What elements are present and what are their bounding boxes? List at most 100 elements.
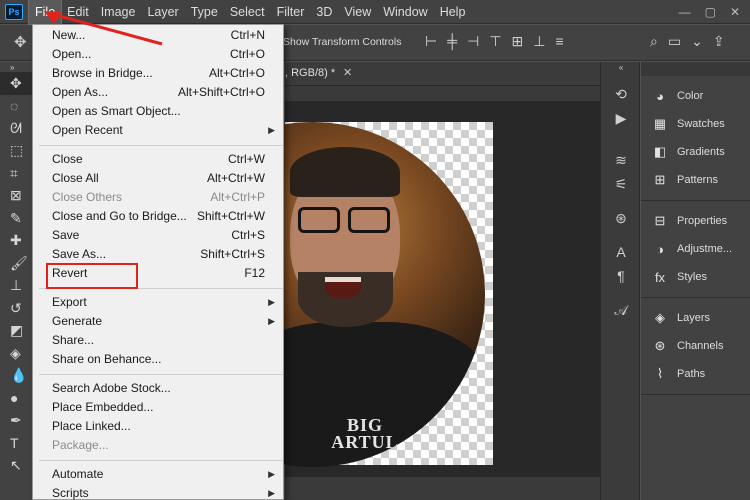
panel-channels[interactable]: ⊛ Channels: [641, 332, 750, 360]
menu-item-open-as[interactable]: Open As... Alt+Shift+Ctrl+O: [33, 83, 283, 102]
move-tool-options-icon[interactable]: ✥: [14, 33, 32, 51]
share-icon[interactable]: ⇪: [713, 33, 725, 50]
close-document-icon[interactable]: ✕: [343, 66, 352, 79]
brush-settings-icon[interactable]: ≋: [601, 148, 641, 172]
shirt-text: BIG ARTUL: [331, 415, 399, 452]
layers-icon: ◈: [655, 310, 665, 325]
character-icon[interactable]: A: [601, 240, 641, 264]
submenu-arrow-icon: ▶: [268, 488, 275, 498]
paragraph-icon[interactable]: ¶: [601, 264, 641, 288]
mouth: [325, 277, 361, 299]
show-transform-controls-label[interactable]: Show Transform Controls: [283, 36, 401, 48]
minimize-icon[interactable]: —: [679, 5, 691, 19]
menu-separator: [39, 374, 283, 375]
glyphs-icon[interactable]: 𝒜: [601, 298, 641, 322]
menu-select[interactable]: Select: [224, 0, 271, 24]
align-bottom-icon[interactable]: ⊥: [533, 33, 545, 50]
menu-item-close-all[interactable]: Close All Alt+Ctrl+W: [33, 169, 283, 188]
menu-item-generate[interactable]: Generate ▶: [33, 312, 283, 331]
panel-group-layers: ◈ Layers ⊛ Channels ⌇ Paths: [641, 298, 750, 395]
brushes-icon[interactable]: ⚟: [601, 172, 641, 196]
panel-styles[interactable]: fx Styles: [641, 263, 750, 291]
menu-3d[interactable]: 3D: [310, 0, 338, 24]
menu-item-place-embedded[interactable]: Place Embedded...: [33, 398, 283, 417]
window-controls: — ▢ ✕: [679, 5, 750, 19]
distribute-icon[interactable]: ≡: [555, 33, 563, 50]
align-right-icon[interactable]: ⊣: [467, 33, 479, 50]
styles-icon: fx: [654, 269, 666, 285]
patterns-icon: ⊞: [654, 172, 666, 187]
menu-item-package: Package...: [52, 438, 109, 452]
panel-properties[interactable]: ⊟ Properties: [641, 207, 750, 235]
collapse-panels-icon[interactable]: «: [601, 62, 641, 72]
menu-item-share[interactable]: Share...: [33, 331, 283, 350]
menu-filter[interactable]: Filter: [271, 0, 311, 24]
menu-separator: [39, 460, 283, 461]
panels-dock: ◕ Color ▦ Swatches ◧ Gradients ⊞ Patterns ⊟ P…: [641, 62, 750, 500]
align-top-icon[interactable]: ⊤: [489, 33, 501, 50]
menu-view[interactable]: View: [338, 0, 377, 24]
menu-item-open-recent[interactable]: Open Recent ▶: [33, 121, 283, 140]
submenu-arrow-icon: ▶: [268, 316, 275, 326]
panel-group-properties: ⊟ Properties ◑ Adjustme... fx Styles: [641, 201, 750, 298]
submenu-arrow-icon: ▶: [268, 125, 275, 135]
workspace-icon[interactable]: ▭: [668, 33, 681, 50]
status-bar: [285, 477, 600, 500]
panel-adjustments[interactable]: ◑ Adjustme...: [641, 235, 750, 263]
menu-item-save-as[interactable]: Save As... Shift+Ctrl+S: [33, 245, 283, 264]
options-right: ⌕ ▭ ⌄ ⇪: [650, 33, 725, 50]
menu-item-close[interactable]: Close Ctrl+W: [33, 150, 283, 169]
glasses: [290, 207, 400, 235]
file-menu-dropdown: New... Ctrl+N Open... Ctrl+O Browse in Bri…: [32, 24, 284, 500]
document-tab[interactable]: , RGB/8) * ✕: [285, 62, 600, 86]
menu-item-search-adobe-stock[interactable]: Search Adobe Stock...: [33, 379, 283, 398]
menu-item-open-as-smart-object[interactable]: Open as Smart Object...: [33, 102, 283, 121]
menu-item-automate[interactable]: Automate ▶: [33, 465, 283, 484]
maximize-icon[interactable]: ▢: [705, 5, 716, 19]
menu-item-share-on-behance[interactable]: Share on Behance...: [33, 350, 283, 369]
clone-source-icon[interactable]: ⊛: [601, 206, 641, 230]
menu-item-close-others: Close Others Alt+Ctrl+P: [52, 190, 265, 204]
menu-item-browse-in-bridge[interactable]: Browse in Bridge... Alt+Ctrl+O: [33, 64, 283, 83]
panel-icon-strip: « ⟲ ▶ ≋ ⚟ ⊛ A ¶ 𝒜: [600, 62, 640, 500]
panel-color[interactable]: ◕ Color: [641, 82, 750, 110]
properties-icon: ⊟: [654, 213, 666, 228]
align-center-icon[interactable]: ╪: [447, 33, 457, 50]
menu-item-save[interactable]: Save Ctrl+S: [33, 226, 283, 245]
color-icon: ◕: [656, 88, 664, 104]
align-buttons: ⊢ ╪ ⊣ ⊤ ⊞ ⊥ ≡: [425, 33, 564, 50]
chevron-down-icon[interactable]: ⌄: [691, 33, 703, 50]
align-middle-icon[interactable]: ⊞: [512, 33, 524, 50]
adjustments-icon: ◑: [656, 241, 664, 257]
photoshop-logo: Ps: [5, 3, 23, 20]
menu-item-place-linked[interactable]: Place Linked...: [33, 417, 283, 436]
close-icon[interactable]: ✕: [730, 5, 740, 19]
align-left-icon[interactable]: ⊢: [425, 33, 437, 50]
search-icon[interactable]: ⌕: [650, 33, 658, 50]
panels-header: [641, 62, 750, 76]
menu-window[interactable]: Window: [377, 0, 433, 24]
menu-item-close-and-go-to-bridge[interactable]: Close and Go to Bridge... Shift+Ctrl+W: [33, 207, 283, 226]
panel-paths[interactable]: ⌇ Paths: [641, 360, 750, 388]
menu-item-export[interactable]: Export ▶: [33, 293, 283, 312]
panel-layers[interactable]: ◈ Layers: [641, 304, 750, 332]
menu-help[interactable]: Help: [434, 0, 472, 24]
menu-item-scripts[interactable]: Scripts ▶: [33, 484, 283, 500]
menu-separator: [39, 145, 283, 146]
hair: [290, 147, 400, 197]
channels-icon: ⊛: [654, 338, 666, 353]
actions-icon[interactable]: ▶: [601, 106, 641, 130]
panel-gradients[interactable]: ◧ Gradients: [641, 138, 750, 166]
panel-group-color: ◕ Color ▦ Swatches ◧ Gradients ⊞ Patterns: [641, 76, 750, 201]
history-icon[interactable]: ⟲: [601, 82, 641, 106]
paths-icon: ⌇: [656, 366, 664, 381]
panel-swatches[interactable]: ▦ Swatches: [641, 110, 750, 138]
panel-patterns[interactable]: ⊞ Patterns: [641, 166, 750, 194]
horizontal-ruler: [285, 86, 600, 102]
canvas-area[interactable]: BIG ARTUL: [140, 102, 600, 477]
menu-type[interactable]: Type: [185, 0, 224, 24]
swatches-icon: ▦: [653, 116, 667, 131]
annotation-arrow-icon: [44, 11, 163, 46]
transparent-background: BIG ARTUL: [140, 122, 493, 467]
gradients-icon: ◧: [653, 144, 667, 159]
